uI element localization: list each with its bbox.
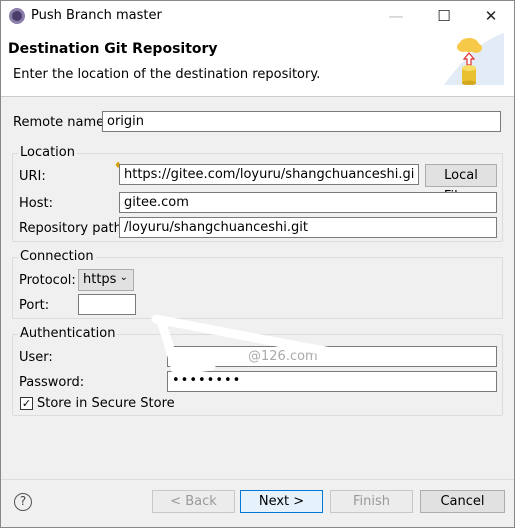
cancel-button[interactable]: Cancel (420, 490, 505, 513)
repository-path-label: Repository path: (19, 221, 127, 236)
remote-name-input[interactable] (102, 111, 501, 132)
wizard-header: Destination Git Repository Enter the loc… (1, 31, 514, 97)
store-secure-checkbox[interactable]: ✓ (20, 397, 33, 410)
port-input[interactable] (78, 294, 136, 315)
uri-input[interactable] (119, 164, 419, 185)
protocol-label: Protocol: (19, 273, 76, 288)
close-icon[interactable]: ✕ (476, 5, 506, 27)
eclipse-app-icon (9, 8, 25, 24)
remote-name-label: Remote name: (13, 115, 109, 130)
host-label: Host: (19, 196, 53, 211)
back-button[interactable]: < Back (152, 490, 235, 513)
page-description: Enter the location of the destination re… (13, 67, 321, 82)
store-secure-label: Store in Secure Store (37, 396, 175, 411)
uri-label: URI: (19, 169, 46, 184)
minimize-icon[interactable]: — (381, 5, 411, 27)
user-label: User: (19, 350, 53, 365)
local-file-button[interactable]: Local File... (425, 164, 497, 204)
help-icon[interactable]: ? (14, 493, 32, 511)
title-bar: Push Branch master — ☐ ✕ (1, 1, 514, 31)
footer-divider (1, 479, 514, 480)
authentication-group-title: Authentication (18, 326, 118, 341)
repository-path-input[interactable] (119, 217, 497, 238)
host-input[interactable] (119, 192, 497, 213)
location-group-title: Location (18, 145, 77, 160)
push-branch-dialog: Push Branch master — ☐ ✕ Destination Git… (0, 0, 515, 528)
redaction-scribble (151, 314, 331, 377)
chevron-down-icon: ⌄ (119, 272, 128, 283)
connection-group-title: Connection (18, 249, 96, 264)
page-title: Destination Git Repository (8, 41, 218, 57)
push-to-cloud-icon (444, 33, 504, 85)
finish-button[interactable]: Finish (330, 490, 413, 513)
protocol-select[interactable]: https ⌄ (78, 269, 134, 291)
password-label: Password: (19, 375, 85, 390)
maximize-icon[interactable]: ☐ (429, 5, 459, 27)
port-label: Port: (19, 298, 50, 313)
window-title: Push Branch master (31, 8, 162, 23)
next-button[interactable]: Next > (240, 490, 323, 513)
protocol-value: https (83, 272, 117, 287)
